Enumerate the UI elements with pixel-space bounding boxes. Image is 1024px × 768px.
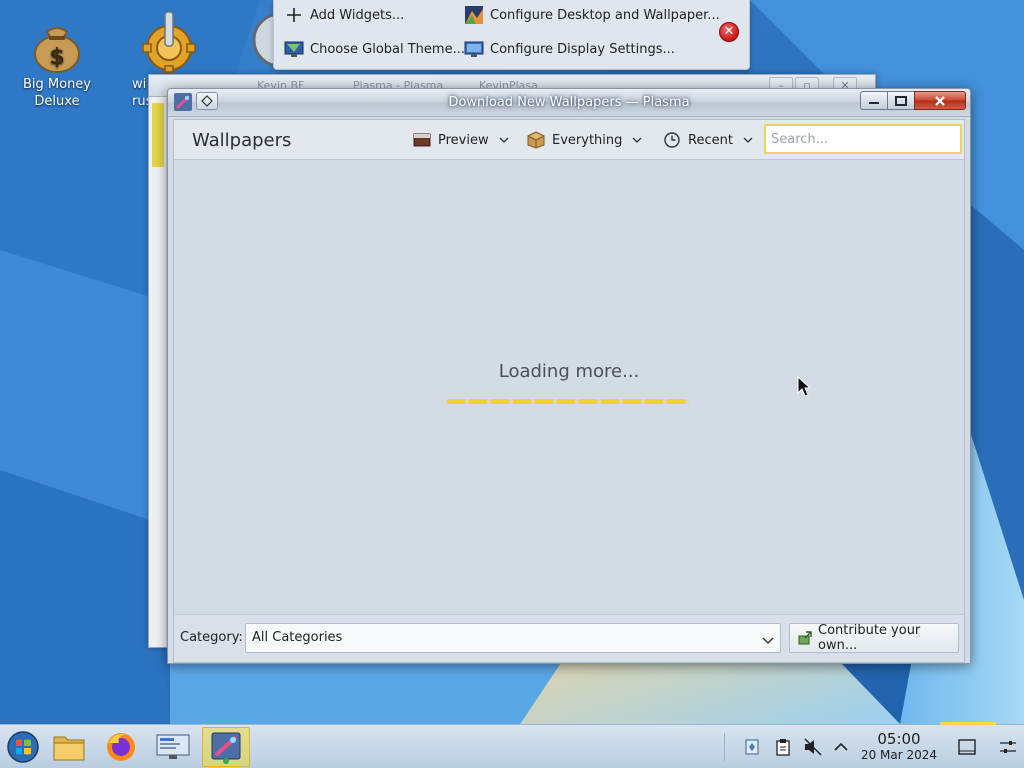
configure-desktop-item[interactable]: Configure Desktop and Wallpaper... <box>464 1 720 29</box>
window-title: Download New Wallpapers — Plasma <box>448 95 690 110</box>
firefox-button[interactable] <box>100 727 142 767</box>
contribute-button[interactable]: Contribute your own... <box>789 623 959 653</box>
category-select[interactable]: All Categories <box>245 623 781 653</box>
window-footer: Category: All Categories Contribute your… <box>174 614 964 662</box>
file-manager-button[interactable] <box>48 727 90 767</box>
category-label: Category: <box>180 630 243 645</box>
add-widgets-label: Add Widgets... <box>310 7 405 23</box>
everything-label: Everything <box>552 132 623 148</box>
desktop-icon-big-money-deluxe[interactable]: $ Big Money Deluxe <box>12 10 102 110</box>
minimize-button[interactable] <box>860 91 888 110</box>
start-menu-button[interactable] <box>2 727 44 767</box>
upload-icon <box>798 631 812 645</box>
clock-time: 05:00 <box>877 730 921 748</box>
search-input[interactable] <box>764 124 962 154</box>
category-value: All Categories <box>252 630 343 645</box>
preview-label: Preview <box>438 132 489 148</box>
firefox-icon <box>107 733 135 761</box>
chevron-down-icon <box>632 135 642 145</box>
chevron-down-icon <box>762 634 774 649</box>
folder-icon <box>53 736 85 761</box>
loading-text: Loading more... <box>498 361 640 382</box>
desktop-context-popup: Add Widgets... Choose Global Theme... Co… <box>273 0 750 70</box>
taskbar: 05:00 20 Mar 2024 <box>0 724 1024 768</box>
close-popup-button[interactable]: ✕ <box>719 22 739 42</box>
panel-config-icon[interactable] <box>998 737 1018 757</box>
discover-icon <box>211 732 241 764</box>
system-settings-button[interactable] <box>152 727 194 767</box>
clock[interactable]: 05:00 20 Mar 2024 <box>856 731 942 763</box>
configure-display-label: Configure Display Settings... <box>490 41 675 57</box>
contribute-label: Contribute your own... <box>818 623 921 653</box>
preview-dropdown[interactable]: Preview <box>412 129 509 151</box>
start-orb-icon <box>7 731 39 763</box>
svg-text:$: $ <box>49 45 64 70</box>
tray-separator <box>724 733 725 761</box>
recent-dropdown[interactable]: Recent <box>662 129 753 151</box>
clock-date: 20 Mar 2024 <box>860 748 938 762</box>
maximize-button[interactable] <box>887 91 915 110</box>
desktop-icon-label: Big Money Deluxe <box>22 77 91 109</box>
configure-display-item[interactable]: Configure Display Settings... <box>464 35 675 63</box>
close-button[interactable] <box>914 91 966 110</box>
volume-muted-icon[interactable] <box>803 737 823 757</box>
configure-desktop-label: Configure Desktop and Wallpaper... <box>490 7 720 23</box>
choose-global-theme-label: Choose Global Theme... <box>310 41 465 57</box>
package-icon <box>526 131 546 149</box>
mouse-cursor <box>797 376 811 397</box>
gear-icon <box>137 10 201 74</box>
loading-progress-bar <box>447 399 689 404</box>
clock-icon <box>662 131 682 149</box>
everything-dropdown[interactable]: Everything <box>526 129 642 151</box>
window-titlebar[interactable]: Download New Wallpapers — Plasma <box>168 89 970 117</box>
display-icon <box>464 39 484 59</box>
page-title: Wallpapers <box>192 130 292 151</box>
window-content: Wallpapers Preview Everything Recent Sea… <box>173 119 965 663</box>
notification-highlight <box>940 722 996 725</box>
recent-label: Recent <box>688 132 733 148</box>
toolbar: Wallpapers Preview Everything Recent Sea… <box>174 120 964 160</box>
preview-icon <box>412 131 432 149</box>
vault-icon[interactable] <box>742 737 762 757</box>
global-theme-icon <box>284 39 304 59</box>
plus-icon <box>284 5 304 25</box>
chevron-down-icon <box>499 135 509 145</box>
add-widgets-item[interactable]: Add Widgets... <box>284 1 404 29</box>
chevron-down-icon <box>743 135 753 145</box>
choose-global-theme-item[interactable]: Choose Global Theme... <box>284 35 465 63</box>
discover-task-button[interactable] <box>202 727 250 767</box>
chevron-up-icon[interactable] <box>831 737 851 757</box>
wallpaper-list-area: Loading more... <box>174 161 964 614</box>
background-window-side <box>149 97 167 647</box>
background-window-accent <box>152 103 164 167</box>
money-bag-icon: $ <box>25 10 89 74</box>
show-desktop-icon[interactable] <box>957 737 977 757</box>
download-wallpapers-window: Download New Wallpapers — Plasma Wallpap… <box>167 88 971 664</box>
clipboard-icon[interactable] <box>773 737 793 757</box>
system-settings-icon <box>156 734 190 759</box>
desktop-wallpaper-icon <box>464 5 484 25</box>
